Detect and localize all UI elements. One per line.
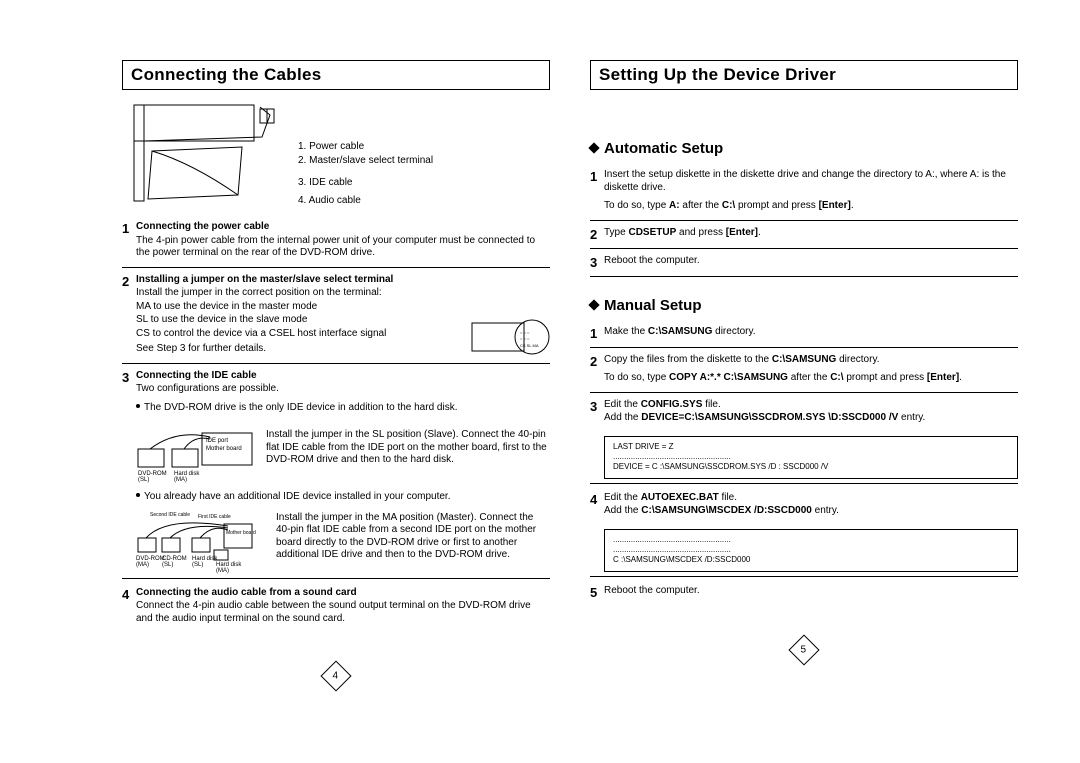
diamond-icon	[588, 299, 599, 310]
autoexec-box: ........................................…	[604, 529, 1018, 572]
step-4-num: 4	[122, 587, 136, 602]
bullet-icon	[136, 493, 140, 497]
man-step-2a: Copy the files from the diskette to the …	[604, 354, 1018, 367]
config-sys-box: LAST DRIVE = Z .........................…	[604, 436, 1018, 479]
jumper-diagram: ○ ○ ○ ○ ○ ○ CS SL MA	[470, 311, 550, 361]
auto-step-1b: To do so, type A: after the C:\ prompt a…	[604, 200, 1018, 213]
man-step-2b: To do so, type COPY A:*.* C:\SAMSUNG aft…	[604, 372, 1018, 385]
step-2-l4: CS to control the device via a CSEL host…	[136, 328, 464, 341]
step-2-l1: Install the jumper in the correct positi…	[136, 287, 464, 300]
man-step-4-l2: Add the C:\SAMSUNG\MSCDEX /D:SSCD000 ent…	[604, 505, 1018, 518]
callout-2: 2. Master/slave select terminal	[298, 154, 433, 168]
diagram-1-img: IDE port Mother board DVD-ROM(SL) Hard d…	[136, 427, 256, 487]
man-step-3: 3 Edit the CONFIG.SYS file. Add the DEVI…	[590, 393, 1018, 432]
step-1-num: 1	[122, 221, 136, 236]
svg-text:Mother board: Mother board	[226, 530, 256, 536]
page-right: Setting Up the Device Driver Automatic S…	[590, 60, 1018, 606]
auto-step-1: 1 Insert the setup diskette in the diske…	[590, 163, 1018, 221]
automatic-setup-heading: Automatic Setup	[590, 140, 1018, 157]
svg-text:Second IDE cable: Second IDE cable	[150, 512, 190, 518]
svg-text:First IDE cable: First IDE cable	[198, 514, 231, 520]
auto-step-3-num: 3	[590, 255, 604, 270]
svg-text:CS SL MA: CS SL MA	[520, 343, 539, 348]
step-2-l3: SL to use the device in the slave mode	[136, 314, 464, 327]
bullet-icon	[136, 404, 140, 408]
page-left: Connecting the Cables 1. Power cable 2. …	[122, 60, 550, 632]
page-number-right: 5	[788, 634, 819, 665]
auto-step-1a: Insert the setup diskette in the diskett…	[604, 169, 1018, 194]
step-1-title: Connecting the power cable	[136, 221, 550, 234]
step-4: 4 Connecting the audio cable from a soun…	[122, 581, 550, 633]
step-3: 3 Connecting the IDE cable Two configura…	[122, 364, 550, 422]
step-3-bullet1: The DVD-ROM drive is the only IDE device…	[144, 402, 457, 413]
man-step-2-num: 2	[590, 354, 604, 369]
step-2-l2: MA to use the device in the master mode	[136, 301, 464, 314]
manual-setup-heading: Manual Setup	[590, 297, 1018, 314]
page-number-left: 4	[320, 660, 351, 691]
callout-list: 1. Power cable 2. Master/slave select te…	[298, 140, 433, 208]
callout-1: 1. Power cable	[298, 140, 433, 154]
step-4-title: Connecting the audio cable from a sound …	[136, 587, 550, 600]
auto-step-2-num: 2	[590, 227, 604, 242]
step-2-num: 2	[122, 274, 136, 289]
auto-step-3-text: Reboot the computer.	[604, 255, 1018, 268]
title-device-driver: Setting Up the Device Driver	[590, 60, 1018, 90]
man-step-1-num: 1	[590, 326, 604, 341]
step-3-num: 3	[122, 370, 136, 385]
step-3-bullet2: You already have an additional IDE devic…	[144, 491, 451, 502]
man-step-1-text: Make the C:\SAMSUNG directory.	[604, 326, 1018, 339]
man-step-1: 1 Make the C:\SAMSUNG directory.	[590, 320, 1018, 348]
man-step-5-text: Reboot the computer.	[604, 585, 1018, 598]
step-2-l5: See Step 3 for further details.	[136, 343, 464, 356]
man-step-3-l1: Edit the CONFIG.SYS file.	[604, 399, 1018, 412]
auto-step-2: 2 Type CDSETUP and press [Enter].	[590, 221, 1018, 249]
step-1-body: The 4-pin power cable from the internal …	[136, 235, 550, 260]
step-2: 2 Installing a jumper on the master/slav…	[122, 268, 550, 364]
svg-text:Mother board: Mother board	[206, 446, 242, 452]
diagram-2-img: Second IDE cable First IDE cable Mother …	[136, 510, 266, 574]
man-step-4-l1: Edit the AUTOEXEC.BAT file.	[604, 492, 1018, 505]
diagram-1-text: Install the jumper in the SL position (S…	[266, 427, 550, 487]
man-step-5-num: 5	[590, 585, 604, 600]
diagram-1: IDE port Mother board DVD-ROM(SL) Hard d…	[136, 427, 550, 487]
svg-text:IDE port: IDE port	[206, 438, 228, 444]
callout-4: 4. Audio cable	[298, 194, 433, 208]
auto-step-3: 3 Reboot the computer.	[590, 249, 1018, 277]
man-step-5: 5 Reboot the computer.	[590, 579, 1018, 606]
svg-text:○ ○ ○: ○ ○ ○	[520, 330, 530, 335]
diagram-2-text: Install the jumper in the MA position (M…	[276, 510, 550, 574]
auto-step-2-text: Type CDSETUP and press [Enter].	[604, 227, 1018, 240]
step-1: 1 Connecting the power cable The 4-pin p…	[122, 215, 550, 268]
diagram-2: Second IDE cable First IDE cable Mother …	[136, 510, 550, 574]
man-step-4-num: 4	[590, 492, 604, 507]
step-3-title: Connecting the IDE cable	[136, 370, 550, 383]
diamond-icon	[588, 142, 599, 153]
man-step-4: 4 Edit the AUTOEXEC.BAT file. Add the C:…	[590, 486, 1018, 525]
callout-3: 3. IDE cable	[298, 176, 433, 190]
title-connecting-cables: Connecting the Cables	[122, 60, 550, 90]
step-4-body: Connect the 4-pin audio cable between th…	[136, 600, 550, 625]
step-2-title: Installing a jumper on the master/slave …	[136, 274, 464, 287]
step-3-intro: Two configurations are possible.	[136, 383, 550, 396]
auto-step-1-num: 1	[590, 169, 604, 184]
man-step-2: 2 Copy the files from the diskette to th…	[590, 348, 1018, 393]
drive-rear-illustration: 1. Power cable 2. Master/slave select te…	[122, 100, 550, 215]
man-step-3-num: 3	[590, 399, 604, 414]
man-step-3-l2: Add the DEVICE=C:\SAMSUNG\SSCDROM.SYS \D…	[604, 412, 1018, 425]
svg-text:○ ○ ○: ○ ○ ○	[520, 336, 530, 341]
drive-svg	[132, 103, 277, 203]
